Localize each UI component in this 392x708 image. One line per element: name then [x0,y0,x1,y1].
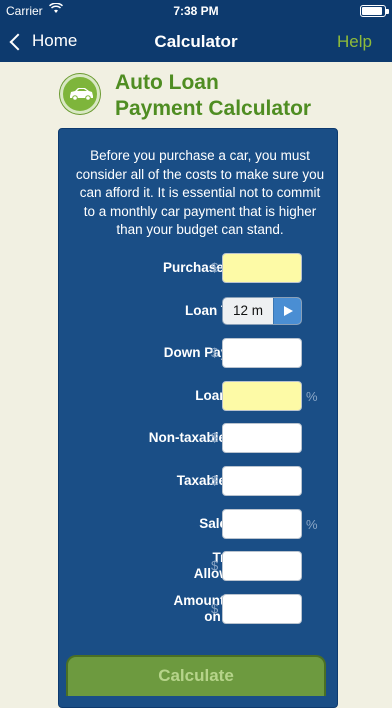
loan-rate-input[interactable] [222,381,302,411]
trade-in-allowance-input[interactable] [222,551,302,581]
dollar-sign: $ [211,473,219,488]
down-payment-input[interactable] [222,338,302,368]
navigation-bar: Home Calculator Help [0,22,392,62]
purchase-price-input[interactable] [222,253,302,283]
help-button[interactable]: Help [337,32,372,52]
status-time: 7:38 PM [173,4,219,18]
loan-terms-selector[interactable]: 12 m [222,297,302,325]
intro-text: Before you purchase a car, you must cons… [75,148,325,237]
dollar-sign: $ [211,558,219,573]
page-title: Calculator [154,32,238,51]
loan-terms-value: 12 m [232,303,263,318]
status-bar: Carrier 7:38 PM [0,0,392,22]
battery-icon [360,5,389,17]
taxable-fees-row: Taxable Fees: $ [59,466,339,496]
percent-sign: % [306,517,318,532]
non-taxable-fees-input[interactable] [222,423,302,453]
dollar-sign: $ [211,260,219,275]
dollar-sign: $ [211,601,219,616]
car-icon [60,74,100,114]
percent-sign: % [306,389,318,404]
trade-in-allowance-row: Trade-in Allowance: $ [59,550,339,581]
loan-terms-row: Loan Terms: 12 m [59,296,339,326]
sales-tax-input[interactable] [222,509,302,539]
play-arrow-icon[interactable] [273,298,301,324]
taxable-fees-input[interactable] [222,466,302,496]
amount-owed-row: Amount Owed on Trade: $ [59,593,339,624]
dollar-sign: $ [211,345,219,360]
amount-owed-input[interactable] [222,594,302,624]
loan-rate-row: Loan Rate: % [59,381,339,411]
calculator-header: Auto Loan Payment Calculator [60,70,360,126]
calculator-title: Auto Loan Payment Calculator [115,70,360,122]
non-taxable-fees-row: Non-taxable Fees: $ [59,423,339,453]
calculator-panel: Before you purchase a car, you must cons… [58,128,338,708]
calculate-button-label: Calculate [158,666,234,685]
down-payment-row: Down Payment: $ [59,338,339,368]
calculator-title-line2: Payment Calculator [115,97,312,120]
dollar-sign: $ [211,430,219,445]
purchase-price-row: Purchase Price: $ [59,253,339,283]
calculator-title-line1: Auto Loan [115,71,219,94]
calculate-button[interactable]: Calculate [66,655,326,696]
sales-tax-row: Sales Tax: % [59,509,339,539]
